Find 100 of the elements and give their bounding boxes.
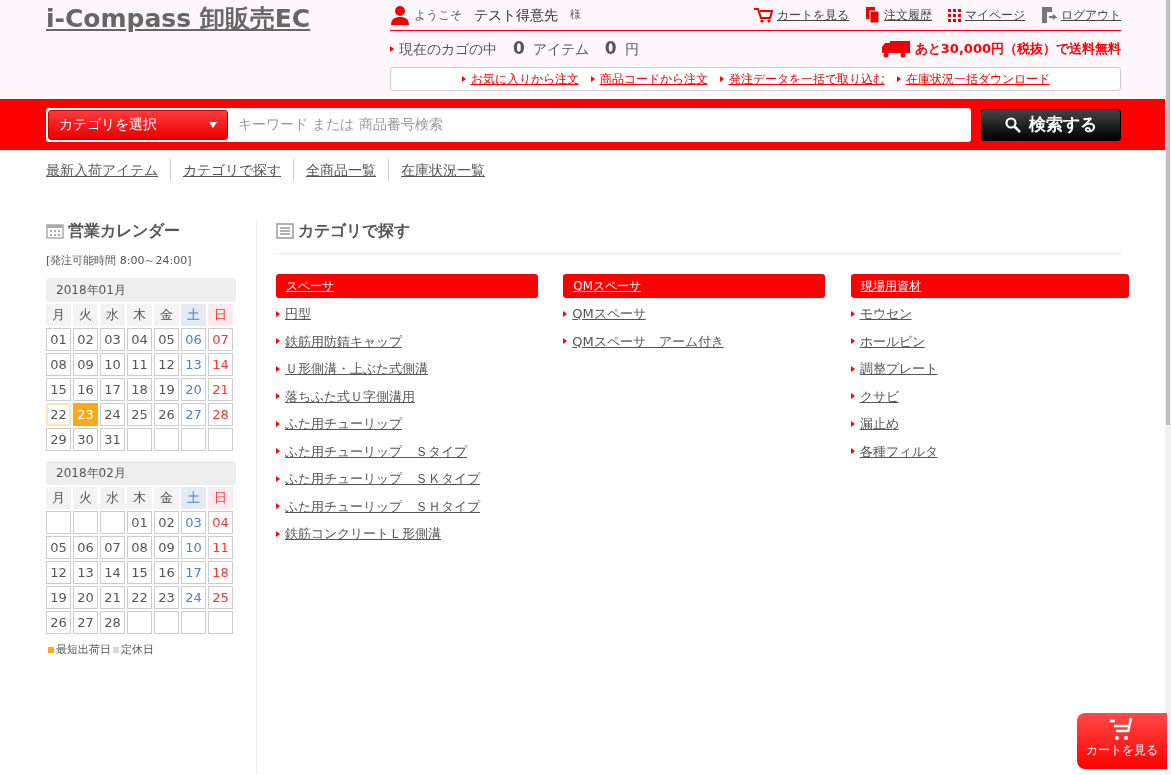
calendar-day: 19 — [46, 585, 71, 609]
honorific-text: 様 — [570, 6, 581, 23]
calendar-day: 20 — [181, 377, 206, 401]
empty-day-cell — [154, 427, 179, 451]
site-logo[interactable]: i-Compass 卸販売EC — [46, 0, 311, 91]
weekday-header: 火 — [73, 486, 98, 509]
calendar-day: 28 — [100, 610, 125, 634]
calendar-day: 29 — [46, 427, 71, 451]
calendar-day: 08 — [46, 352, 71, 376]
calendar-day: 16 — [154, 560, 179, 584]
nav-link[interactable]: 在庫状況一覧 — [388, 159, 497, 181]
nav-link[interactable]: カテゴリで探す — [170, 159, 293, 181]
bullet-icon — [850, 338, 855, 345]
subcategory-link[interactable]: クサビ — [859, 386, 899, 406]
calendar-day: 14 — [100, 560, 125, 584]
calendar-day: 25 — [208, 585, 233, 609]
calendar-day: 07 — [100, 535, 125, 559]
cart-link[interactable]: カートを見る — [777, 6, 849, 24]
documents-icon — [865, 6, 880, 24]
weekday-header: 日 — [208, 303, 233, 326]
history-link[interactable]: 注文履歴 — [884, 6, 932, 24]
category-header-link[interactable]: 現場用資材 — [850, 274, 1130, 298]
subcategory-link[interactable]: ふた用チューリップ ＳＨタイプ — [285, 496, 480, 516]
nav-link[interactable]: 全商品一覧 — [293, 159, 388, 181]
welcome-text: ようこそ — [414, 7, 462, 24]
weekday-header: 水 — [100, 486, 125, 509]
calendar-day: 07 — [208, 327, 233, 351]
weekday-header: 木 — [127, 486, 152, 509]
legend-label: 最短出荷日 — [56, 641, 111, 658]
bullet-icon — [850, 310, 855, 317]
quick-order-link[interactable]: 在庫状況一括ダウンロード — [905, 70, 1050, 88]
floating-cart-button[interactable]: カートを見る — [1077, 713, 1167, 769]
calendar-day: 04 — [208, 510, 233, 534]
weekday-header: 月 — [46, 303, 71, 326]
cart-icon — [753, 6, 773, 24]
subcategory-link[interactable]: QMスペーサ アーム付き — [572, 331, 724, 351]
customer-name: テスト得意先 — [474, 5, 558, 25]
calendar-day: 10 — [100, 352, 125, 376]
category-header-link[interactable]: スペーサ — [276, 274, 538, 298]
subcategory-link[interactable]: 漏止め — [859, 414, 899, 434]
search-field[interactable]: カテゴリを選択 キーワード または 商品番号検索 — [46, 107, 971, 142]
calendar-day: 08 — [127, 535, 152, 559]
calendar-day: 16 — [73, 377, 98, 401]
subcategory-link[interactable]: QMスペーサ — [572, 304, 646, 324]
bullet-icon — [276, 338, 280, 345]
calendar-day: 17 — [181, 560, 206, 584]
calendar-day: 03 — [181, 510, 206, 534]
weekday-header: 土 — [181, 303, 206, 326]
bullet-icon — [719, 76, 724, 82]
subcategory-link[interactable]: ホールピン — [859, 331, 925, 351]
calendar-day: 02 — [73, 327, 98, 351]
category-header-link[interactable]: QMスペーサ — [563, 274, 826, 298]
subcategory-link[interactable]: Ｕ形側溝・上ぶた式側溝 — [285, 359, 428, 379]
bullet-icon — [276, 448, 280, 455]
category-select[interactable]: カテゴリを選択 — [48, 109, 228, 140]
search-icon — [1005, 116, 1021, 133]
subcategory-link[interactable]: ふた用チューリップ ＳＫタイプ — [285, 469, 480, 489]
item-count: 0 — [513, 37, 525, 61]
calendar-day: 09 — [154, 535, 179, 559]
legend-label: 定休日 — [121, 641, 154, 658]
subcategory-link[interactable]: ふた用チューリップ Ｓタイプ — [285, 441, 467, 461]
subcategory-link[interactable]: 各種フィルタ — [859, 441, 938, 461]
quick-order-link[interactable]: 発注データを一括で取り込む — [728, 70, 885, 88]
empty-day-cell — [46, 510, 71, 534]
bullet-icon — [276, 310, 280, 317]
user-icon — [390, 5, 410, 25]
empty-day-cell — [208, 610, 233, 634]
logout-link[interactable]: ログアウト — [1061, 6, 1121, 24]
bullet-icon — [461, 76, 466, 82]
empty-day-cell — [154, 610, 179, 634]
quick-order-link[interactable]: お気に入りから注文 — [470, 70, 579, 88]
bullet-icon — [850, 365, 855, 372]
subcategory-link[interactable]: モウセン — [859, 304, 912, 324]
subcategory-link[interactable]: 鉄筋用防錆キャップ — [285, 331, 402, 351]
nav-link[interactable]: 最新入荷アイテム — [46, 159, 170, 181]
quick-order-link[interactable]: 商品コードから注文 — [599, 70, 708, 88]
calendar-day: 18 — [208, 560, 233, 584]
search-button[interactable]: 検索する — [981, 108, 1121, 141]
logout-icon — [1041, 6, 1057, 24]
subcategory-link[interactable]: 調整プレート — [859, 359, 938, 379]
calendar-day: 06 — [73, 535, 98, 559]
calendar-day: 20 — [73, 585, 98, 609]
calendar-day: 26 — [154, 402, 179, 426]
basket-amount: 0 — [604, 37, 617, 61]
calendar-day: 27 — [181, 402, 206, 426]
mypage-link[interactable]: マイページ — [965, 6, 1025, 24]
calendar-day: 12 — [154, 352, 179, 376]
subcategory-link[interactable]: 円型 — [285, 304, 311, 324]
weekday-header: 火 — [73, 303, 98, 326]
calendar-day: 15 — [46, 377, 71, 401]
subcategory-link[interactable]: 落ちふた式Ｕ字側溝用 — [285, 386, 415, 406]
subcategory-link[interactable]: ふた用チューリップ — [285, 414, 402, 434]
list-icon — [276, 223, 294, 239]
weekday-header: 水 — [100, 303, 125, 326]
subcategory-link[interactable]: 鉄筋コンクリートＬ形側溝 — [285, 524, 441, 544]
bullet-icon — [276, 503, 280, 510]
calendar-day: 13 — [181, 352, 206, 376]
bullet-icon — [563, 338, 568, 345]
calendar-day: 17 — [100, 377, 125, 401]
calendar-day: 11 — [208, 535, 233, 559]
